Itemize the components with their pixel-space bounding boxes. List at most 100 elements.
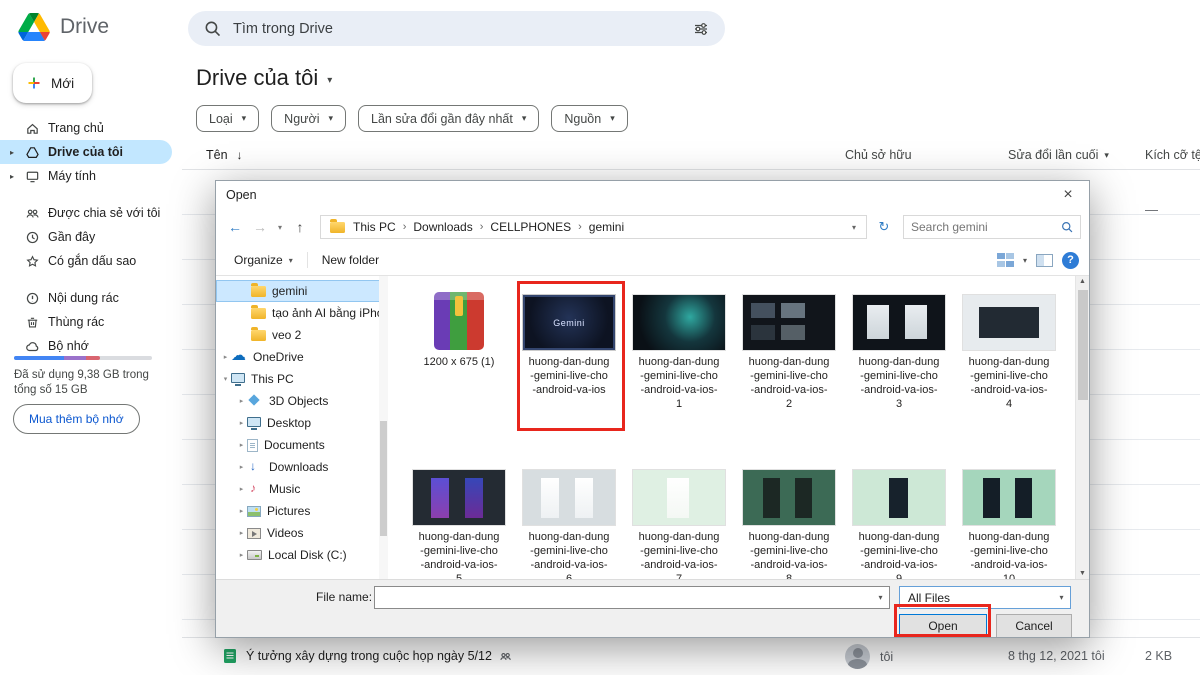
column-header-name[interactable]: Tên ↓ bbox=[206, 148, 243, 162]
file-item[interactable]: huong-dan-dung -gemini-live-cho -android… bbox=[954, 286, 1064, 411]
tree-expander-icon[interactable]: ▸ bbox=[236, 441, 247, 449]
drive-file-name-label: Ý tưởng xây dựng trong cuộc họp ngày 5/1… bbox=[246, 649, 492, 663]
tree-item[interactable]: ▸ Videos bbox=[216, 522, 388, 544]
new-button[interactable]: Mới bbox=[13, 63, 92, 103]
cancel-button[interactable]: Cancel bbox=[996, 614, 1072, 638]
combo-arrow-icon[interactable]: ▾ bbox=[872, 587, 889, 608]
column-header-owner[interactable]: Chủ sở hữu bbox=[845, 148, 912, 162]
breadcrumb-separator-icon[interactable]: › bbox=[477, 221, 487, 233]
plus-icon bbox=[26, 75, 42, 91]
files-scrollbar[interactable] bbox=[1075, 276, 1089, 579]
tree-item[interactable]: veo 2 bbox=[216, 324, 388, 346]
tune-icon[interactable] bbox=[693, 21, 709, 37]
breadcrumb-segment[interactable]: CELLPHONES › bbox=[486, 220, 584, 234]
forward-button[interactable]: → bbox=[249, 219, 271, 235]
tree-item[interactable]: ▸ Downloads bbox=[216, 456, 388, 478]
sidebar-item-starred[interactable]: Có gắn dấu sao bbox=[0, 249, 172, 273]
tree-expander-icon[interactable]: ▸ bbox=[236, 507, 247, 515]
file-item[interactable]: huong-dan-dung -gemini-live-cho -android… bbox=[844, 461, 954, 579]
breadcrumb-segment[interactable]: This PC › bbox=[349, 220, 409, 234]
exp-caret-icon[interactable]: ▸ bbox=[7, 172, 17, 181]
sidebar-item-computers[interactable]: ▸ Máy tính bbox=[0, 164, 172, 188]
tree-expander-icon[interactable]: ▸ bbox=[236, 551, 247, 559]
file-type-value: All Files bbox=[908, 591, 950, 605]
drive-file-row[interactable]: Ý tưởng xây dựng trong cuộc họp ngày 5/1… bbox=[182, 637, 1200, 675]
open-button[interactable]: Open bbox=[899, 614, 987, 638]
dialog-titlebar[interactable]: Open × bbox=[216, 181, 1089, 209]
thumbnail-box: Gemini bbox=[523, 286, 615, 350]
file-item[interactable]: huong-dan-dung -gemini-live-cho -android… bbox=[404, 461, 514, 579]
column-header-size[interactable]: Kích cỡ tệ bbox=[1145, 148, 1200, 162]
column-header-modified[interactable]: Sửa đổi lần cuối ▾ bbox=[1008, 148, 1109, 162]
tree-expander-icon[interactable]: ▸ bbox=[236, 397, 247, 405]
file-item[interactable]: huong-dan-dung -gemini-live-cho -android… bbox=[624, 461, 734, 579]
tree-expander-icon[interactable]: ▾ bbox=[220, 375, 231, 383]
filter-chip[interactable]: Lần sửa đổi gần đây nhất ▾ bbox=[358, 105, 539, 132]
scrollbar-thumb[interactable] bbox=[380, 421, 387, 536]
new-folder-button[interactable]: New folder bbox=[314, 249, 387, 271]
drive-search[interactable]: Tìm trong Drive bbox=[188, 11, 725, 46]
buy-storage-button[interactable]: Mua thêm bộ nhớ bbox=[13, 404, 140, 434]
address-caret-icon[interactable]: ▾ bbox=[847, 223, 861, 232]
refresh-button[interactable]: ↻ bbox=[872, 219, 896, 235]
tree-item[interactable]: ▸ Desktop bbox=[216, 412, 388, 434]
tree-item[interactable]: ▸ Pictures bbox=[216, 500, 388, 522]
file-item[interactable]: huong-dan-dung -gemini-live-cho -android… bbox=[734, 286, 844, 411]
tree-expander-icon[interactable]: ▸ bbox=[236, 419, 247, 427]
tree-item-label: 3D Objects bbox=[269, 394, 328, 408]
tree-expander-icon[interactable]: ▸ bbox=[236, 529, 247, 537]
tree-item[interactable]: ▸ Local Disk (C:) bbox=[216, 544, 388, 566]
sidebar-item-storage[interactable]: Bộ nhớ bbox=[0, 334, 172, 358]
tree-expander-icon[interactable]: ▸ bbox=[220, 353, 231, 361]
sidebar-item-home[interactable]: Trang chủ bbox=[0, 116, 172, 140]
organize-button[interactable]: Organize ▾ bbox=[226, 249, 301, 271]
filter-chip[interactable]: Người ▾ bbox=[271, 105, 346, 132]
file-type-select[interactable]: All Files ▾ bbox=[899, 586, 1071, 609]
tree-item[interactable]: tạo ảnh AI bằng iPhone bbox=[216, 302, 388, 324]
tree-item[interactable]: gemini bbox=[216, 280, 388, 302]
preview-pane-icon[interactable] bbox=[1036, 254, 1053, 267]
breadcrumb-separator-icon[interactable]: › bbox=[575, 221, 585, 233]
tree-item[interactable]: ▸ Documents bbox=[216, 434, 388, 456]
breadcrumb-segment[interactable]: Downloads › bbox=[409, 220, 486, 234]
address-bar[interactable]: This PC › Downloads › CELLPHONES › bbox=[320, 215, 867, 239]
exp-caret-icon[interactable]: ▸ bbox=[7, 148, 17, 157]
filter-chip[interactable]: Nguồn ▾ bbox=[551, 105, 627, 132]
tree-scrollbar[interactable] bbox=[379, 276, 388, 579]
file-item[interactable]: huong-dan-dung -gemini-live-cho -android… bbox=[954, 461, 1064, 579]
file-item[interactable]: huong-dan-dung -gemini-live-cho -android… bbox=[844, 286, 954, 411]
page-title[interactable]: Drive của tôi ▾ bbox=[196, 65, 332, 91]
file-item[interactable]: 1200 x 675 (1) bbox=[404, 286, 514, 411]
history-caret-icon[interactable]: ▾ bbox=[274, 223, 286, 232]
sidebar-item-my-drive[interactable]: ▸ Drive của tôi bbox=[0, 140, 172, 164]
tree-item[interactable]: ▾ This PC bbox=[216, 368, 388, 390]
file-item[interactable]: huong-dan-dung -gemini-live-cho -android… bbox=[734, 461, 844, 579]
chevron-down-icon: ▾ bbox=[329, 113, 334, 124]
back-button[interactable]: ← bbox=[224, 219, 246, 235]
tree-item[interactable]: ▸ Music bbox=[216, 478, 388, 500]
sidebar-item-spam[interactable]: Nội dung rác bbox=[0, 286, 172, 310]
file-item[interactable]: huong-dan-dung -gemini-live-cho -android… bbox=[514, 461, 624, 579]
sidebar-item-trash[interactable]: Thùng rác bbox=[0, 310, 172, 334]
dialog-search-input[interactable]: Search gemini bbox=[903, 215, 1081, 239]
help-icon[interactable]: ? bbox=[1062, 252, 1079, 269]
file-item[interactable]: huong-dan-dung -gemini-live-cho -android… bbox=[624, 286, 734, 411]
view-caret-icon[interactable]: ▾ bbox=[1023, 256, 1027, 265]
drive-file-name: Ý tưởng xây dựng trong cuộc họp ngày 5/1… bbox=[246, 649, 512, 663]
drive-logo[interactable]: Drive bbox=[18, 13, 109, 41]
file-name-input[interactable] bbox=[375, 587, 872, 608]
close-button[interactable]: × bbox=[1047, 181, 1089, 209]
tree-expander-icon[interactable]: ▸ bbox=[236, 463, 247, 471]
up-button[interactable]: ↑ bbox=[289, 219, 311, 235]
tree-item[interactable]: ▸ OneDrive bbox=[216, 346, 388, 368]
tree-expander-icon[interactable]: ▸ bbox=[236, 485, 247, 493]
scrollbar-thumb[interactable] bbox=[1078, 290, 1088, 400]
filter-chip[interactable]: Loại ▾ bbox=[196, 105, 259, 132]
file-item[interactable]: Gemini huong-dan-dung -gemini-live-cho -… bbox=[514, 286, 624, 411]
view-mode-icon[interactable] bbox=[997, 253, 1014, 267]
tree-item[interactable]: ▸ 3D Objects bbox=[216, 390, 388, 412]
breadcrumb-separator-icon[interactable]: › bbox=[400, 221, 410, 233]
breadcrumb-segment[interactable]: gemini › bbox=[585, 220, 628, 234]
sidebar-item-shared-with-me[interactable]: Được chia sẻ với tôi bbox=[0, 201, 172, 225]
sidebar-item-recent[interactable]: Gần đây bbox=[0, 225, 172, 249]
